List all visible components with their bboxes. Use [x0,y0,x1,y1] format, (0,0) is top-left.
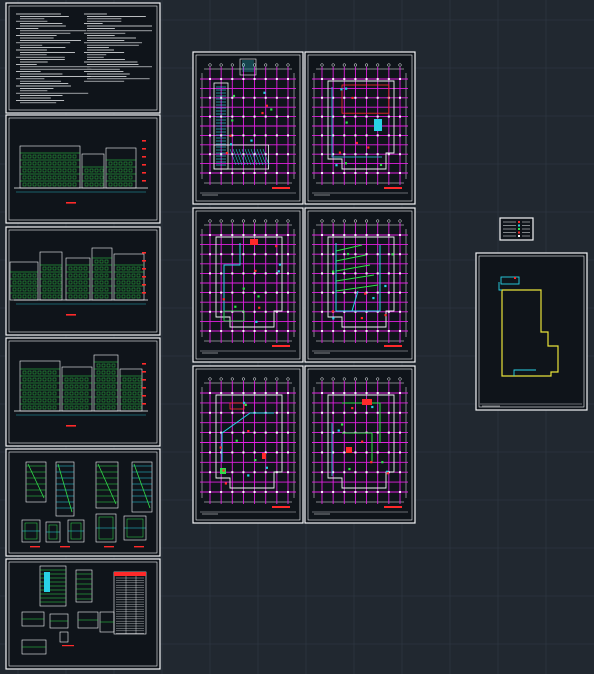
cad-model-space[interactable] [0,0,594,674]
sheet-elevation-2[interactable] [5,226,161,336]
sheet-plan-6[interactable] [304,365,416,524]
sheet-elevation-1[interactable] [5,114,161,224]
sheet-plan-3[interactable] [192,207,304,363]
sheet-plan-4[interactable] [304,207,416,363]
sheet-plan-2[interactable] [304,51,416,205]
sheet-details-1[interactable] [5,448,161,557]
sheet-elevation-3[interactable] [5,337,161,447]
sheet-legend[interactable] [499,217,534,241]
sheet-details-2[interactable] [5,558,161,670]
sheet-plan-5[interactable] [192,365,304,524]
sheet-site-plan[interactable] [475,252,588,411]
sheet-plan-1[interactable] [192,51,304,205]
sheet-notes[interactable] [5,2,161,114]
